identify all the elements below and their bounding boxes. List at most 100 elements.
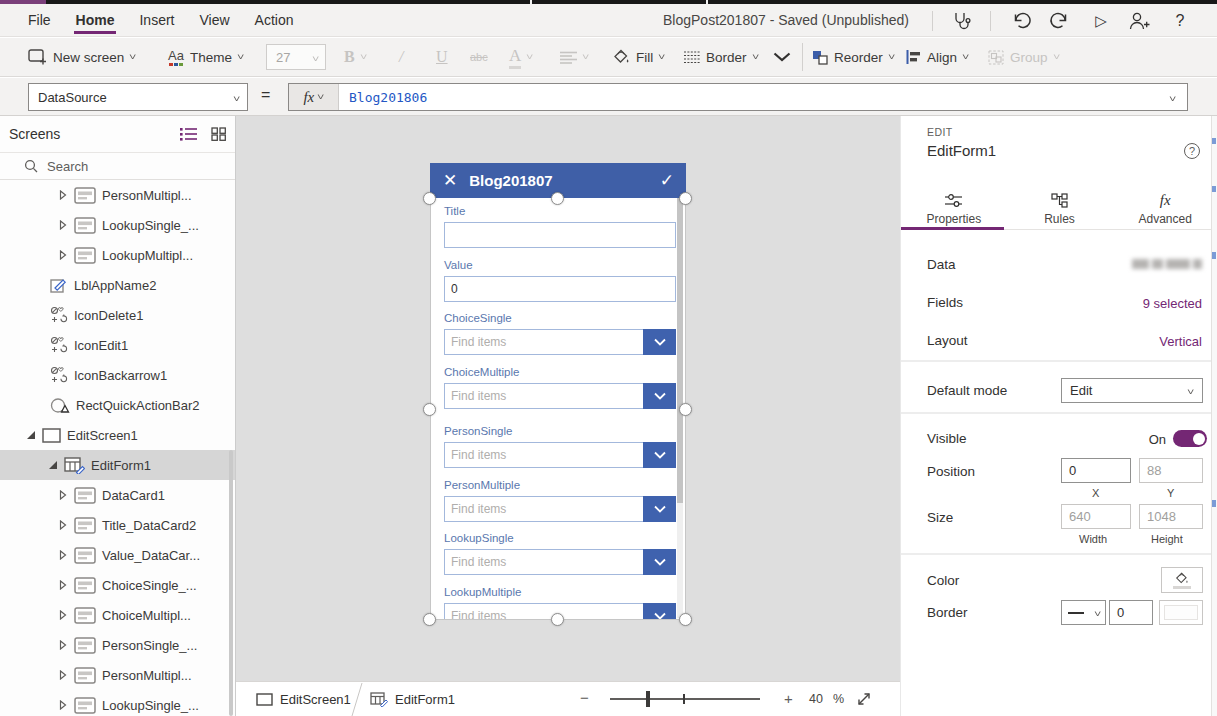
grid-view-icon[interactable] (211, 127, 227, 141)
fields-value[interactable]: 9 selected (1143, 296, 1202, 311)
position-x-input[interactable]: 0 (1061, 458, 1131, 483)
tree-item-choicemultipl[interactable]: ChoiceMultipl... (0, 600, 235, 630)
combo-dropdown-button[interactable] (643, 496, 676, 522)
share-icon[interactable] (1126, 4, 1152, 37)
collapsed-arrow-icon[interactable] (56, 250, 70, 260)
tree-item-lookupsingle[interactable]: LookupSingle_... (0, 210, 235, 240)
collapsed-arrow-icon[interactable] (56, 670, 70, 680)
group-button[interactable]: Group˅ (988, 38, 1059, 76)
selection-handle[interactable] (423, 192, 436, 205)
tab-rules[interactable]: Rules (1007, 188, 1113, 230)
selection-handle[interactable] (679, 403, 692, 416)
tree-item-editscreen1[interactable]: EditScreen1 (0, 420, 235, 450)
design-canvas[interactable]: ✕ Blog201807 ✓ TitleValue0ChoiceSingleFi… (236, 116, 900, 681)
collapsed-arrow-icon[interactable] (56, 700, 70, 710)
combo-personmultiple[interactable]: Find items (444, 496, 676, 522)
fill-button[interactable]: Fill˅ (613, 38, 665, 76)
tree-item-datacard1[interactable]: DataCard1 (0, 480, 235, 510)
panel-help-icon[interactable]: ? (1184, 143, 1200, 159)
new-screen-button[interactable]: New screen˅ (28, 38, 136, 76)
tree-item-lookupsingle[interactable]: LookupSingle_... (0, 690, 235, 716)
align-button[interactable]: Align˅ (906, 38, 968, 76)
tree-item-titledatacard2[interactable]: Title_DataCard2 (0, 510, 235, 540)
tree-item-lblappname2[interactable]: LblAppName2 (0, 270, 235, 300)
selection-handle[interactable] (679, 613, 692, 626)
collapsed-arrow-icon[interactable] (56, 190, 70, 200)
reorder-button[interactable]: Reorder˅ (812, 38, 894, 76)
tab-advanced[interactable]: fxAdvanced (1112, 188, 1217, 230)
text-input-value[interactable]: 0 (444, 276, 676, 302)
italic-button[interactable]: / (399, 38, 403, 76)
color-picker-button[interactable] (1161, 567, 1203, 593)
tree-item-lookupmultipl[interactable]: LookupMultipl... (0, 240, 235, 270)
combo-dropdown-button[interactable] (643, 442, 676, 468)
tree-item-icondelete1[interactable]: IconDelete1 (0, 300, 235, 330)
zoom-in-button[interactable]: + (784, 690, 793, 707)
zoom-slider-track[interactable] (610, 698, 760, 700)
combo-choicemultiple[interactable]: Find items (444, 383, 676, 409)
more-formatting-chevron[interactable] (773, 38, 791, 76)
selection-handle[interactable] (423, 403, 436, 416)
collapsed-arrow-icon[interactable] (56, 220, 70, 230)
combo-lookupsingle[interactable]: Find items (444, 549, 676, 575)
border-style-select[interactable]: ˅ (1061, 600, 1106, 625)
formula-input[interactable]: fx˅ Blog201806 ˅ (288, 83, 1188, 111)
collapsed-arrow-icon[interactable] (56, 520, 70, 530)
tab-properties[interactable]: Properties (901, 188, 1007, 230)
theme-button[interactable]: Aa Theme˅ (168, 38, 243, 76)
menu-action[interactable]: Action (255, 4, 294, 36)
redo-icon[interactable] (1046, 4, 1072, 37)
formula-expand-chevron[interactable]: ˅ (1169, 94, 1176, 104)
size-width-input[interactable]: 640 (1061, 504, 1131, 529)
tree-view-icon[interactable] (180, 127, 197, 141)
border-button[interactable]: Border˅ (684, 38, 758, 76)
tree-item-personmultipl[interactable]: PersonMultipl... (0, 660, 235, 690)
tree-item-personmultipl[interactable]: PersonMultipl... (0, 180, 235, 210)
selection-handle[interactable] (551, 613, 564, 626)
tree-item-iconedit1[interactable]: IconEdit1 (0, 330, 235, 360)
text-input-title[interactable] (444, 222, 676, 248)
selection-handle[interactable] (679, 192, 692, 205)
tree-item-choicesingle[interactable]: ChoiceSingle_... (0, 570, 235, 600)
expanded-arrow-icon[interactable] (24, 431, 38, 439)
form-scrollbar-thumb[interactable] (677, 198, 683, 503)
menu-view[interactable]: View (199, 4, 229, 36)
sidebar-scrollbar[interactable] (229, 450, 233, 716)
collapsed-arrow-icon[interactable] (56, 490, 70, 500)
strikethrough-button[interactable]: abc (470, 38, 488, 76)
combo-personsingle[interactable]: Find items (444, 442, 676, 468)
combo-dropdown-button[interactable] (643, 603, 676, 620)
tree-item-valuedatacar[interactable]: Value_DataCar... (0, 540, 235, 570)
tree-item-iconbackarrow1[interactable]: IconBackarrow1 (0, 360, 235, 390)
combo-choicesingle[interactable]: Find items (444, 329, 676, 355)
text-align-button[interactable]: ˅ (560, 38, 588, 76)
play-icon[interactable]: ▷ (1088, 4, 1114, 37)
menu-home[interactable]: Home (76, 4, 115, 36)
bold-button[interactable]: B˅ (344, 38, 366, 76)
border-width-input[interactable]: 0 (1109, 600, 1153, 625)
combo-dropdown-button[interactable] (643, 329, 676, 355)
border-color-swatch[interactable] (1159, 600, 1203, 625)
data-value-redacted[interactable] (1132, 259, 1202, 269)
edit-form[interactable]: TitleValue0ChoiceSingleFind itemsChoiceM… (430, 198, 686, 620)
tree-item-rectquickactionbar2[interactable]: RectQuickActionBar2 (0, 390, 235, 420)
selection-handle[interactable] (551, 192, 564, 205)
app-checker-icon[interactable] (948, 4, 974, 37)
undo-icon[interactable] (1009, 4, 1035, 37)
menu-insert[interactable]: Insert (139, 4, 174, 36)
fit-to-window-icon[interactable] (856, 691, 872, 707)
fx-button[interactable]: fx˅ (289, 84, 339, 110)
menu-file[interactable]: File (28, 4, 51, 36)
size-height-input[interactable]: 1048 (1139, 504, 1203, 529)
collapsed-arrow-icon[interactable] (56, 550, 70, 560)
layout-value[interactable]: Vertical (1159, 334, 1202, 349)
expanded-arrow-icon[interactable] (46, 461, 60, 469)
combo-dropdown-button[interactable] (643, 549, 676, 575)
cancel-icon[interactable]: ✕ (443, 170, 457, 191)
collapsed-arrow-icon[interactable] (56, 610, 70, 620)
zoom-slider-handle[interactable] (646, 691, 650, 707)
combo-dropdown-button[interactable] (643, 383, 676, 409)
property-select[interactable]: DataSource˅ (28, 83, 248, 111)
tree-item-personsingle[interactable]: PersonSingle_... (0, 630, 235, 660)
check-icon[interactable]: ✓ (660, 170, 674, 191)
